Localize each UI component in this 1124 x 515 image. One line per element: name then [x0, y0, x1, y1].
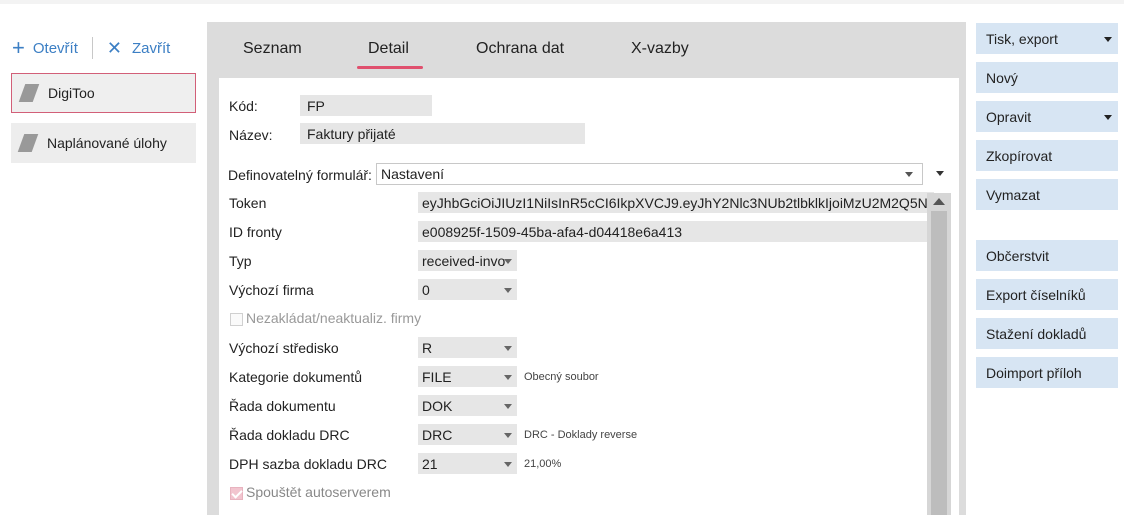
chevron-down-icon[interactable]	[936, 171, 944, 176]
chevron-down-icon	[504, 461, 512, 467]
dph-hint: 21,00%	[524, 458, 562, 470]
chevron-down-icon	[1104, 114, 1112, 120]
rada-label: Řada dokumentu	[229, 398, 336, 414]
download-documents-button[interactable]: Stažení dokladů	[976, 318, 1118, 349]
chevron-down-icon	[504, 345, 512, 351]
firma-select[interactable]: 0	[418, 279, 517, 300]
left-item-label: DigiToo	[48, 85, 95, 101]
close-button[interactable]: ✕ Zavřít	[107, 38, 170, 59]
token-label: Token	[229, 195, 267, 211]
stredisko-select[interactable]: R	[418, 337, 517, 358]
vertical-scrollbar[interactable]	[927, 193, 951, 515]
defform-value: Nastavení	[381, 166, 445, 182]
kategorie-value: FILE	[422, 368, 452, 385]
firma-label: Výchozí firma	[229, 282, 314, 298]
typ-value: received-invo	[422, 252, 506, 269]
print-export-label: Tisk, export	[986, 30, 1058, 47]
close-icon: ✕	[106, 37, 122, 58]
left-item-scheduled-tasks[interactable]: Naplánované úlohy	[11, 123, 196, 163]
scrollbar-thumb[interactable]	[931, 211, 947, 515]
tab-seznam[interactable]: Seznam	[243, 40, 302, 58]
defform-select[interactable]: Nastavení	[376, 163, 923, 185]
stredisko-value: R	[422, 339, 433, 356]
top-edge	[0, 0, 1124, 4]
kategorie-label: Kategorie dokumentů	[229, 369, 363, 385]
print-export-button[interactable]: Tisk, export	[976, 23, 1118, 54]
edit-label: Opravit	[986, 108, 1032, 125]
radadrc-label: Řada dokladu DRC	[229, 427, 350, 443]
kod-field[interactable]: FP	[300, 95, 432, 116]
dph-value: 21	[422, 455, 438, 472]
radadrc-select[interactable]: DRC	[418, 424, 517, 445]
firma-value: 0	[422, 281, 430, 298]
tab-x-vazby[interactable]: X-vazby	[631, 40, 689, 58]
nezaklad-label: Nezakládat/neaktualiz. firmy	[246, 310, 422, 326]
module-icon	[18, 84, 40, 102]
delete-label: Vymazat	[986, 186, 1040, 203]
import-attachments-label: Doimport příloh	[986, 364, 1082, 381]
kod-label: Kód:	[229, 98, 258, 114]
spoustet-label: Spouštět autoserverem	[246, 484, 391, 500]
export-codelists-button[interactable]: Export číselníků	[976, 279, 1118, 310]
left-item-digitoo[interactable]: DigiToo	[11, 73, 196, 113]
copy-label: Zkopírovat	[986, 147, 1053, 164]
refresh-button[interactable]: Občerstvit	[976, 240, 1118, 271]
left-item-label: Naplánované úlohy	[47, 135, 167, 151]
new-label: Nový	[986, 69, 1018, 86]
scroll-up-icon[interactable]	[933, 198, 945, 205]
chevron-down-icon	[504, 432, 512, 438]
radadrc-hint: DRC - Doklady reverse	[524, 429, 638, 441]
nezaklad-checkbox[interactable]	[230, 313, 243, 326]
open-label: Otevřít	[32, 39, 78, 57]
kategorie-select[interactable]: FILE	[418, 366, 517, 387]
chevron-down-icon	[504, 374, 512, 380]
stredisko-label: Výchozí středisko	[229, 340, 339, 356]
active-tab-indicator	[357, 66, 423, 69]
rada-select[interactable]: DOK	[418, 395, 517, 416]
tab-ochrana-dat[interactable]: Ochrana dat	[476, 40, 564, 58]
left-actions: + Otevřít ✕ Zavřít	[12, 36, 170, 60]
defform-label: Definovatelný formulář:	[228, 167, 372, 183]
module-icon	[17, 134, 39, 152]
plus-icon: +	[12, 35, 25, 60]
typ-label: Typ	[229, 253, 252, 269]
tab-detail[interactable]: Detail	[368, 40, 409, 58]
new-button[interactable]: Nový	[976, 62, 1118, 93]
close-label: Zavřít	[131, 39, 171, 57]
chevron-down-icon	[504, 287, 512, 293]
export-codelists-label: Export číselníků	[986, 286, 1086, 303]
open-button[interactable]: + Otevřít	[12, 35, 78, 60]
dph-select[interactable]: 21	[418, 453, 517, 474]
dph-label: DPH sazba dokladu DRC	[229, 456, 387, 472]
edit-button[interactable]: Opravit	[976, 101, 1118, 132]
nazev-label: Název:	[229, 127, 273, 143]
copy-button[interactable]: Zkopírovat	[976, 140, 1118, 171]
spoustet-checkbox[interactable]	[230, 487, 243, 500]
idfronty-field[interactable]: e008925f-1509-45ba-afa4-d04418e6a413	[418, 221, 933, 242]
typ-select[interactable]: received-invo	[418, 250, 517, 271]
chevron-down-icon	[905, 172, 913, 177]
chevron-down-icon	[1104, 36, 1112, 42]
kategorie-hint: Obecný soubor	[524, 371, 599, 383]
left-panel: + Otevřít ✕ Zavřít DigiToo Naplánované ú…	[0, 22, 205, 515]
chevron-down-icon	[504, 258, 512, 264]
idfronty-label: ID fronty	[229, 224, 282, 240]
chevron-down-icon	[504, 403, 512, 409]
import-attachments-button[interactable]: Doimport příloh	[976, 357, 1118, 388]
radadrc-value: DRC	[422, 426, 453, 443]
tab-bar: Seznam Detail Ochrana dat X-vazby	[207, 22, 966, 78]
refresh-label: Občerstvit	[986, 247, 1050, 264]
divider	[91, 37, 93, 59]
delete-button[interactable]: Vymazat	[976, 179, 1118, 210]
download-documents-label: Stažení dokladů	[986, 325, 1087, 342]
nazev-field[interactable]: Faktury přijaté	[300, 123, 585, 144]
rada-value: DOK	[422, 397, 453, 414]
token-field[interactable]: eyJhbGciOiJIUzI1NiIsInR5cCI6IkpXVCJ9.eyJ…	[418, 192, 934, 213]
